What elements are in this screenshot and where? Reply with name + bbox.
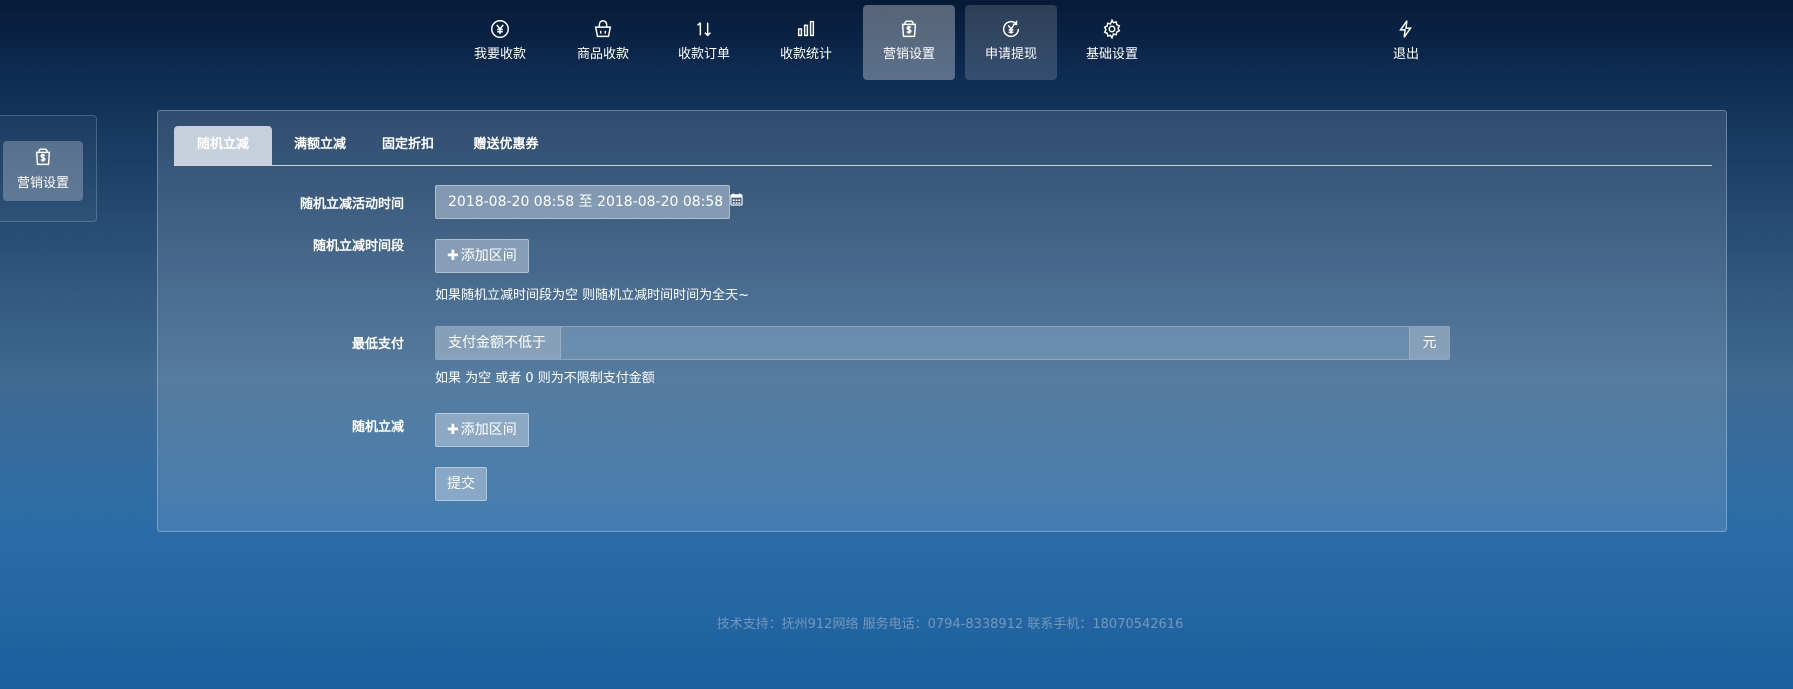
yen-refresh-icon [965,18,1057,40]
add-time-slot-button[interactable]: ✚ 添加区间 [435,239,529,273]
min-pay-prefix: 支付金额不低于 [436,327,560,359]
sidebar-item-label: 营销设置 [16,176,69,191]
nav-item-basic-settings[interactable]: 基础设置 [1066,5,1158,80]
nav-item-label: 营销设置 [882,47,935,62]
min-pay-amount-input[interactable] [560,327,1410,359]
tab-full-amount-discount[interactable]: 满额立减 [280,126,360,165]
min-pay-input-group: 支付金额不低于 元 [435,326,1450,360]
footer: 技术支持：抚州912网络 服务电话：0794-8338912 联系手机：1807… [0,613,1793,632]
dollar-bag-icon [3,146,83,168]
nav-item-label: 申请提现 [984,47,1037,62]
gear-icon [1066,18,1158,40]
tab-gift-coupon[interactable]: 赠送优惠券 [456,126,556,165]
plus-icon: ✚ [447,248,459,264]
time-slot-label: 随机立减时间段 [312,239,404,254]
nav-item-payment-orders[interactable]: 收款订单 [658,5,750,80]
nav-item-label: 收款订单 [677,47,730,62]
tab-fixed-discount[interactable]: 固定折扣 [368,126,448,165]
random-discount-label: 随机立减 [351,420,404,435]
tab-random-discount[interactable]: 随机立减 [174,126,272,165]
lightning-icon [1360,18,1452,40]
sidebar-item-marketing-settings[interactable]: 营销设置 [3,141,83,201]
footer-text: 技术支持：抚州912网络 服务电话：0794-8338912 联系手机：1807… [716,617,1184,632]
marketing-settings-panel: 随机立减 满额立减 固定折扣 赠送优惠券 随机立减活动时间 2018-08-20… [157,110,1727,532]
nav-item-marketing-settings[interactable]: 营销设置 [863,5,955,80]
date-range-value: 2018-08-20 08:58 至 2018-08-20 08:58 [448,194,724,210]
nav-item-label: 收款统计 [779,47,832,62]
sort-arrows-icon [658,18,750,40]
side-menu: 营销设置 [0,115,97,222]
add-discount-range-button[interactable]: ✚ 添加区间 [435,413,529,447]
time-slot-hint: 如果随机立减时间段为空 则随机立减时间时间为全天~ [435,288,750,303]
submit-button[interactable]: 提交 [435,467,487,501]
tab-bar: 随机立减 满额立减 固定折扣 赠送优惠券 [174,126,1712,166]
dollar-bag-icon [863,18,955,40]
activity-date-range-picker[interactable]: 2018-08-20 08:58 至 2018-08-20 08:58 [435,185,743,219]
nav-item-product-payment[interactable]: 商品收款 [557,5,649,80]
nav-item-label: 基础设置 [1085,47,1138,62]
calendar-icon [730,186,743,218]
nav-item-receive-payment[interactable]: 我要收款 [454,5,546,80]
nav-item-label: 我要收款 [473,47,526,62]
bar-chart-icon [760,18,852,40]
nav-item-payment-stats[interactable]: 收款统计 [760,5,852,80]
nav-item-label: 商品收款 [576,47,629,62]
min-pay-unit: 元 [1410,327,1449,359]
min-pay-hint: 如果 为空 或者 0 则为不限制支付金额 [435,371,655,386]
top-navigation: 我要收款 商品收款 收款订单 收款统计 营销设置 申请提现 基础设置 退出 [0,0,1793,82]
nav-item-logout[interactable]: 退出 [1360,5,1452,80]
nav-item-apply-withdrawal[interactable]: 申请提现 [965,5,1057,80]
activity-time-label: 随机立减活动时间 [299,197,404,212]
shopping-basket-icon [557,18,649,40]
min-pay-label: 最低支付 [351,337,404,352]
plus-icon: ✚ [447,422,459,438]
yen-circle-icon [454,18,546,40]
nav-item-label: 退出 [1392,47,1419,62]
